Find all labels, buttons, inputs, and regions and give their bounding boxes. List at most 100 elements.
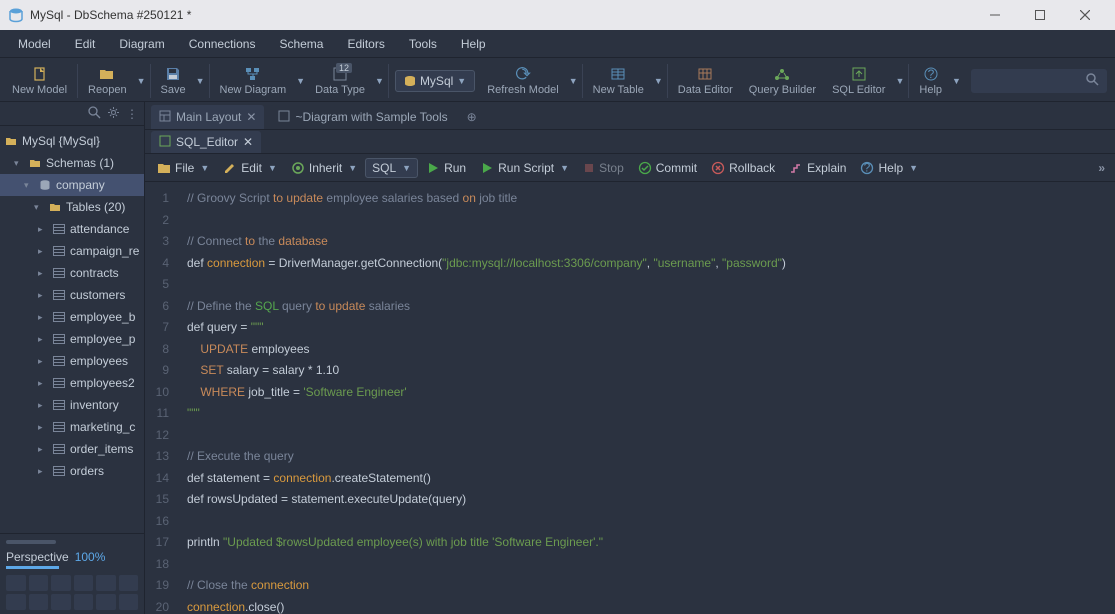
tab-sql-editor[interactable]: SQL_Editor ✕: [151, 131, 261, 153]
data-editor-button[interactable]: Data Editor: [670, 61, 741, 101]
expand-icon[interactable]: ▸: [38, 334, 48, 345]
new-table-dropdown[interactable]: ▼: [652, 61, 665, 101]
run-script-button[interactable]: Run Script▼: [474, 159, 575, 177]
expand-icon[interactable]: ▸: [38, 444, 48, 455]
sidebar-settings-icon[interactable]: [107, 106, 120, 122]
connection-selector[interactable]: MySql ▼: [395, 70, 475, 92]
help-button[interactable]: ? Help: [911, 61, 950, 101]
expand-icon[interactable]: ▸: [38, 466, 48, 477]
refresh-model-button[interactable]: Refresh Model: [479, 61, 567, 101]
rollback-button[interactable]: Rollback: [705, 159, 781, 177]
editor-help-button[interactable]: ?Help▼: [854, 159, 924, 177]
maximize-button[interactable]: [1017, 0, 1062, 30]
menu-tools[interactable]: Tools: [397, 33, 449, 55]
tab-close-icon[interactable]: ✕: [246, 110, 256, 124]
reopen-button[interactable]: Reopen: [80, 61, 135, 101]
expand-icon[interactable]: ▸: [38, 268, 48, 279]
tree-table-attendance[interactable]: ▸attendance: [0, 218, 144, 240]
new-diagram-dropdown[interactable]: ▼: [294, 61, 307, 101]
edit-button[interactable]: Edit▼: [217, 159, 283, 177]
tree-table-marketing_c[interactable]: ▸marketing_c: [0, 416, 144, 438]
thumbnail[interactable]: [119, 575, 139, 591]
inherit-button[interactable]: Inherit▼: [285, 159, 363, 177]
new-diagram-button[interactable]: New Diagram: [212, 61, 295, 101]
run-button[interactable]: Run: [420, 159, 472, 177]
sql-editor-dropdown[interactable]: ▼: [893, 61, 906, 101]
sql-lang-button[interactable]: SQL▼: [365, 158, 418, 178]
thumbnail[interactable]: [96, 575, 116, 591]
thumbnail[interactable]: [6, 575, 26, 591]
tree-table-employee_b[interactable]: ▸employee_b: [0, 306, 144, 328]
sidebar-search-icon[interactable]: [88, 106, 101, 122]
menu-diagram[interactable]: Diagram: [107, 33, 176, 55]
expand-icon[interactable]: ▸: [38, 290, 48, 301]
tree-table-employees[interactable]: ▸employees: [0, 350, 144, 372]
save-dropdown[interactable]: ▼: [194, 61, 207, 101]
search-box[interactable]: [971, 69, 1107, 93]
tab-main-layout[interactable]: Main Layout ✕: [151, 105, 264, 129]
menu-model[interactable]: Model: [6, 33, 63, 55]
expand-icon[interactable]: ▸: [38, 400, 48, 411]
sidebar-menu-icon[interactable]: ⋮: [126, 107, 138, 121]
thumbnail[interactable]: [119, 594, 139, 610]
tree-tables[interactable]: ▾ Tables (20): [0, 196, 144, 218]
sql-editor-button[interactable]: SQL Editor: [824, 61, 893, 101]
help-dropdown[interactable]: ▼: [950, 61, 963, 101]
menu-connections[interactable]: Connections: [177, 33, 268, 55]
data-type-dropdown[interactable]: ▼: [373, 61, 386, 101]
new-model-button[interactable]: New Model: [4, 61, 75, 101]
expand-icon[interactable]: ▸: [38, 356, 48, 367]
tree-table-inventory[interactable]: ▸inventory: [0, 394, 144, 416]
tree-table-employees2[interactable]: ▸employees2: [0, 372, 144, 394]
data-type-button[interactable]: 12 Data Type: [307, 61, 373, 101]
tree-table-orders[interactable]: ▸orders: [0, 460, 144, 482]
close-button[interactable]: [1062, 0, 1107, 30]
collapse-icon[interactable]: ▾: [14, 158, 24, 169]
menu-help[interactable]: Help: [449, 33, 498, 55]
add-tab-button[interactable]: ⊕: [462, 107, 482, 127]
file-button[interactable]: File▼: [151, 159, 215, 177]
explain-button[interactable]: Explain: [783, 159, 852, 177]
query-builder-button[interactable]: Query Builder: [741, 61, 824, 101]
menu-edit[interactable]: Edit: [63, 33, 108, 55]
menu-schema[interactable]: Schema: [267, 33, 335, 55]
thumbnail[interactable]: [51, 594, 71, 610]
expand-icon[interactable]: ▸: [38, 246, 48, 257]
save-button[interactable]: Save: [153, 61, 194, 101]
tree-table-campaign_re[interactable]: ▸campaign_re: [0, 240, 144, 262]
thumbnail[interactable]: [29, 575, 49, 591]
sidebar-scrollbar[interactable]: [6, 540, 56, 544]
expand-icon[interactable]: ▸: [38, 312, 48, 323]
tree-root[interactable]: MySql {MySql}: [0, 130, 144, 152]
code-editor[interactable]: 1234567891011121314151617181920 // Groov…: [145, 182, 1115, 614]
menu-editors[interactable]: Editors: [335, 33, 396, 55]
expand-icon[interactable]: ▸: [38, 378, 48, 389]
tree-table-customers[interactable]: ▸customers: [0, 284, 144, 306]
tree-table-contracts[interactable]: ▸contracts: [0, 262, 144, 284]
thumbnail[interactable]: [74, 594, 94, 610]
minimize-button[interactable]: [972, 0, 1017, 30]
toolbar-overflow[interactable]: »: [1094, 161, 1109, 175]
tree-schemas[interactable]: ▾ Schemas (1): [0, 152, 144, 174]
expand-icon[interactable]: ▸: [38, 224, 48, 235]
thumbnail[interactable]: [96, 594, 116, 610]
thumbnail[interactable]: [6, 594, 26, 610]
expand-icon[interactable]: ▸: [38, 422, 48, 433]
code-area[interactable]: // Groovy Script to update employee sala…: [177, 182, 1115, 614]
tab-close-icon[interactable]: ✕: [243, 135, 253, 149]
collapse-icon[interactable]: ▾: [24, 180, 34, 191]
tree-table-employee_p[interactable]: ▸employee_p: [0, 328, 144, 350]
new-table-button[interactable]: New Table: [585, 61, 652, 101]
perspective-bar[interactable]: [6, 566, 138, 569]
collapse-icon[interactable]: ▾: [34, 202, 44, 213]
thumbnail[interactable]: [29, 594, 49, 610]
stop-button[interactable]: Stop: [577, 159, 630, 177]
refresh-dropdown[interactable]: ▼: [567, 61, 580, 101]
thumbnail[interactable]: [51, 575, 71, 591]
tree-db-company[interactable]: ▾ company: [0, 174, 144, 196]
commit-button[interactable]: Commit: [632, 159, 703, 177]
tree-table-order_items[interactable]: ▸order_items: [0, 438, 144, 460]
tab-diagram-sample[interactable]: ~Diagram with Sample Tools: [270, 105, 455, 129]
reopen-dropdown[interactable]: ▼: [135, 61, 148, 101]
thumbnail[interactable]: [74, 575, 94, 591]
